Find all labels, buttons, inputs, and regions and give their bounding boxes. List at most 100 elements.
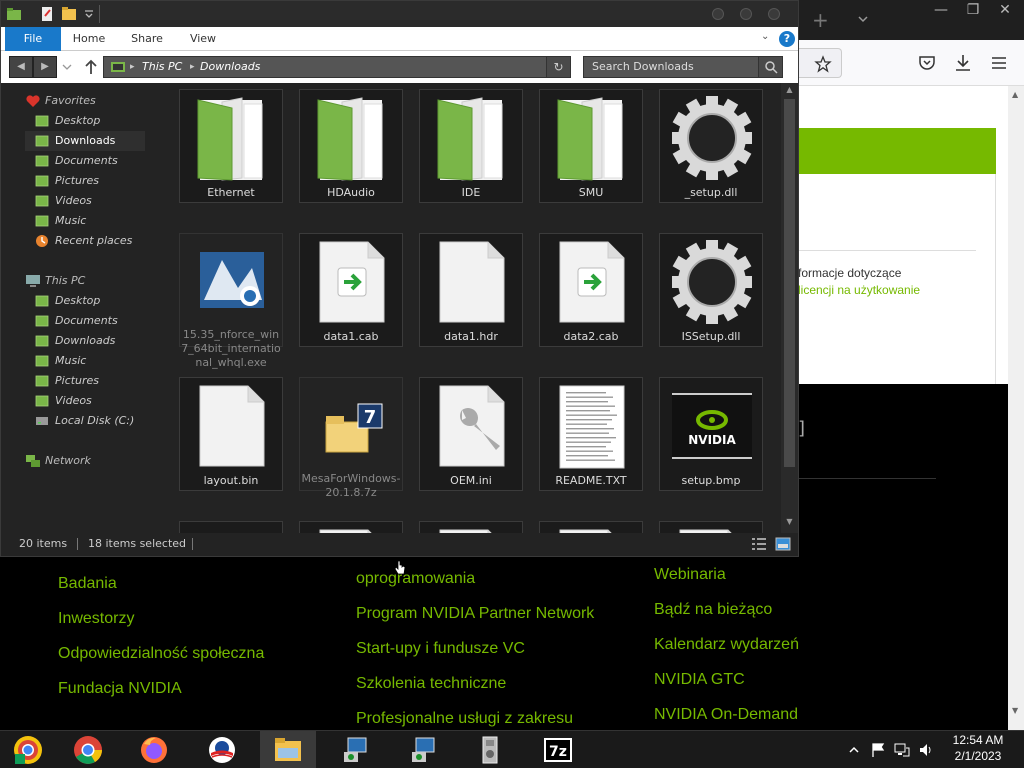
file-tile[interactable]: layout.bin [179,377,283,491]
minimize-button[interactable]: — [926,2,956,20]
browser-scrollbar[interactable]: ▲ ▼ [1008,86,1024,730]
taskbar-chrome-yellow[interactable] [0,731,56,768]
taskbar-installer-2[interactable] [396,731,452,768]
action-center-flag-icon[interactable] [870,742,886,758]
refresh-button[interactable]: ↻ [546,57,570,77]
properties-icon[interactable] [39,6,55,22]
up-arrow-icon[interactable] [83,58,99,76]
scroll-down-arrow[interactable]: ▼ [781,517,798,531]
desktop-folder-icon [35,295,49,307]
explorer-app-icon[interactable] [6,6,22,22]
footer-link[interactable]: Inwestorzy [58,601,264,636]
customize-qat-chevron-icon[interactable] [81,6,97,22]
volume-icon[interactable] [918,742,934,758]
new-folder-icon[interactable] [61,6,77,22]
taskbar-obama-logo[interactable] [194,731,250,768]
file-tile[interactable]: IDE [419,89,523,203]
file-tile[interactable] [539,521,643,533]
license-link[interactable]: licencji na użytkowanie [798,283,920,297]
file-tile[interactable] [299,521,403,533]
taskbar-setup[interactable] [462,731,518,768]
large-icons-view-icon[interactable] [775,537,791,551]
footer-link[interactable]: Program NVIDIA Partner Network [356,596,594,631]
minimize-button[interactable] [712,8,724,20]
pictures-folder-icon [35,375,49,387]
local-disk-icon [36,417,48,425]
file-tile[interactable]: SMU [539,89,643,203]
file-tile[interactable] [659,521,763,533]
recent-locations-chevron-icon[interactable] [61,61,73,73]
footer-link[interactable]: Webinaria [654,557,799,592]
scroll-up-arrow[interactable]: ▲ [781,85,798,99]
ribbon-expand-chevron-icon[interactable]: ⌄ [761,31,775,45]
footer-link[interactable]: Kalendarz wydarzeń [654,627,799,662]
file-tile[interactable]: ISSetup.dll [659,233,763,347]
title-bar[interactable] [1,1,798,27]
footer-link[interactable]: Bądź na bieżąco [654,592,799,627]
file-tile[interactable]: _setup.dll [659,89,763,203]
back-button[interactable]: ◀ [9,56,33,78]
new-tab-button[interactable]: + [812,8,829,32]
maximize-button[interactable]: ❐ [958,2,988,20]
tab-share[interactable]: Share [125,27,169,51]
footer-link[interactable]: Odpowiedzialność społeczna [58,636,264,671]
footer-link[interactable]: Start-upy i fundusze VC [356,631,594,666]
pocket-icon[interactable] [916,52,938,74]
taskbar-7zip[interactable]: 7z [530,731,586,768]
sidebar-item-fav-downloads[interactable]: Downloads [25,131,145,151]
breadcrumb-downloads[interactable]: Downloads [200,57,260,77]
details-view-icon[interactable] [751,537,767,551]
footer-link[interactable]: Fundacja NVIDIA [58,671,264,706]
taskbar-chrome[interactable] [60,731,116,768]
taskbar-file-explorer[interactable] [260,731,316,768]
footer-link[interactable]: NVIDIA GTC [654,662,799,697]
footer-link[interactable]: Szkolenia techniczne [356,666,594,701]
file-tile[interactable]: README.TXT [539,377,643,491]
file-tile[interactable]: 7 MesaForWindows-20.1.8.7z [299,377,403,499]
close-button[interactable]: ✕ [990,2,1020,20]
file-tile[interactable]: HDAudio [299,89,403,203]
address-bar[interactable]: ▸ This PC ▸ Downloads ↻ [103,56,571,78]
file-tile[interactable]: 15.35_nforce_win7_64bit_international_wh… [179,233,283,369]
search-icon-button[interactable] [758,57,782,77]
forward-button[interactable]: ▶ [33,56,57,78]
tab-view[interactable]: View [181,27,225,51]
file-tile[interactable] [179,521,283,533]
desktop-folder-icon [35,115,49,127]
bookmark-star-icon[interactable] [814,55,832,73]
tab-list-chevron-icon[interactable] [856,12,870,26]
network-tray-icon[interactable] [894,742,910,758]
footer-link[interactable]: oprogramowania [356,561,594,596]
sidebar-item-label: Videos [55,194,92,207]
gear-file-icon [672,96,752,180]
search-box[interactable]: Search Downloads [583,56,783,78]
url-bar-end[interactable] [798,48,842,78]
system-clock[interactable]: 12:54 AM 2/1/2023 [940,732,1016,764]
file-tile[interactable]: OEM.ini [419,377,523,491]
downloads-icon[interactable] [952,52,974,74]
ribbon-tabs: File Home Share View ⌄ ? [1,27,798,51]
file-list-scrollbar[interactable]: ▲ ▼ [781,83,798,533]
scroll-thumb[interactable] [784,99,795,467]
breadcrumb-this-pc[interactable]: This PC [142,57,182,77]
footer-link[interactable]: NVIDIA On-Demand [654,697,799,732]
maximize-button[interactable] [740,8,752,20]
selected-count: 18 items selected [88,537,187,550]
pictures-folder-icon [35,175,49,187]
file-name: ISSetup.dll [681,330,741,343]
close-button[interactable] [768,8,780,20]
file-tile[interactable]: data1.hdr [419,233,523,347]
file-tile[interactable]: data2.cab [539,233,643,347]
show-hidden-icons-chevron-icon[interactable] [846,742,862,758]
file-tile[interactable]: NVIDIA setup.bmp [659,377,763,491]
tab-home[interactable]: Home [67,27,111,51]
file-tile[interactable]: Ethernet [179,89,283,203]
file-tile[interactable] [419,521,523,533]
taskbar-installer[interactable] [328,731,384,768]
menu-icon[interactable] [988,52,1010,74]
footer-link[interactable]: Badania [58,566,264,601]
taskbar-firefox[interactable] [126,731,182,768]
tab-file[interactable]: File [5,27,61,51]
help-button[interactable]: ? [779,31,795,47]
file-tile[interactable]: data1.cab [299,233,403,347]
